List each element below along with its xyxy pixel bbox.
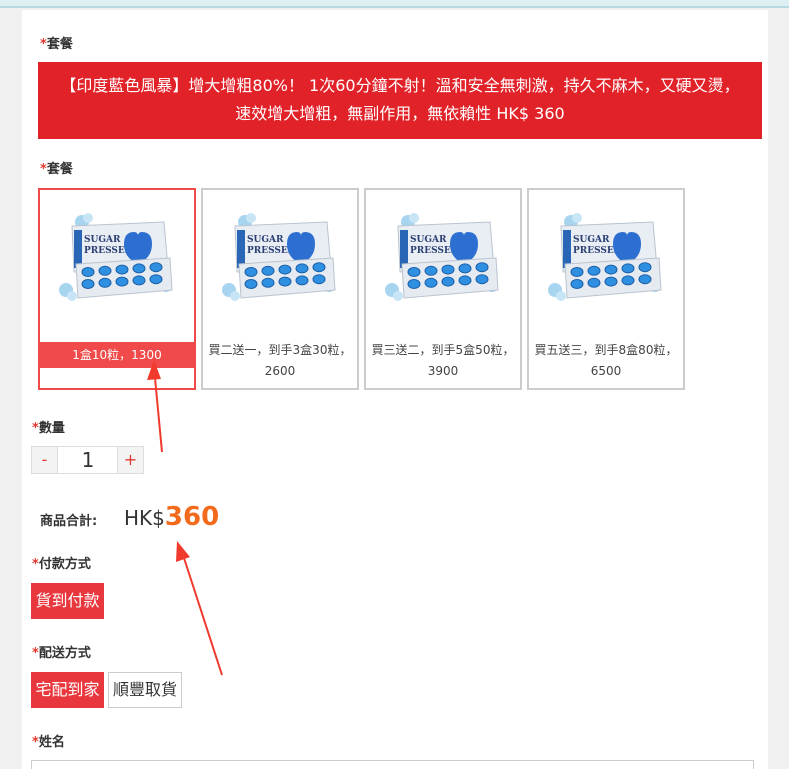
package-option-caption: 買五送三，到手8盒80粒，6500 (534, 343, 678, 378)
package-label: *套餐 (40, 37, 73, 52)
svg-text:SUGAR: SUGAR (84, 235, 121, 245)
quantity-stepper: - + (31, 446, 144, 474)
package-select-label: *套餐 (40, 162, 73, 177)
quantity-label: *數量 (32, 421, 65, 436)
package-option-4[interactable]: SUGAR PRESSED 買五送三，到手8盒80粒，6500 (527, 188, 685, 390)
payment-label: *付款方式 (32, 557, 91, 572)
total-label: 商品合計: (40, 514, 98, 529)
package-option-3[interactable]: SUGAR PRESSED 買三送二，到手5盒50粒，3900 (364, 188, 522, 390)
package-description-banner: 【印度藍色風暴】增大增粗80%！ 1次60分鐘不射！溫和安全無刺激，持久不麻木，… (38, 62, 762, 139)
product-box-image: SUGARPRESSED (59, 213, 173, 301)
delivery-label: *配送方式 (32, 646, 91, 661)
quantity-increase-button[interactable]: + (117, 447, 143, 473)
package-description-line2: 速效增大增粗，無副作用，無依賴性 HK$ 360 (235, 104, 565, 123)
product-box-image: SUGARPRESSED (222, 213, 336, 301)
package-option-caption: 買二送一，到手3盒30粒，2600 (208, 343, 352, 378)
delivery-option-home[interactable]: 宅配到家 (31, 672, 104, 708)
total-currency: HK$ (124, 506, 165, 530)
total-amount: 360 (164, 502, 220, 532)
delivery-option-sf-pickup[interactable]: 順豐取貨 (108, 672, 182, 708)
name-label: *姓名 (32, 735, 65, 750)
package-option-caption: 1盒10粒，1300 (40, 342, 194, 368)
top-border (0, 0, 789, 8)
package-option-caption: 買三送二，到手5盒50粒，3900 (371, 343, 515, 378)
svg-text:SUGAR: SUGAR (573, 235, 610, 245)
package-option-2[interactable]: SUGAR PRESSED 買二送一，到手3盒30粒，2600 (201, 188, 359, 390)
quantity-input[interactable] (59, 447, 117, 473)
package-description-line1: 【印度藍色風暴】增大增粗80%！ 1次60分鐘不射！溫和安全無刺激，持久不麻木，… (60, 76, 740, 95)
product-box-image: SUGARPRESSED (548, 213, 662, 301)
name-input[interactable] (31, 760, 754, 769)
product-box-image: SUGARPRESSED (385, 213, 499, 301)
payment-option-cod[interactable]: 貨到付款 (31, 583, 104, 619)
total-price: HK$360 (124, 502, 219, 532)
quantity-decrease-button[interactable]: - (32, 447, 58, 473)
svg-text:SUGAR: SUGAR (410, 235, 447, 245)
svg-text:SUGAR: SUGAR (247, 235, 284, 245)
package-option-1[interactable]: SUGAR PRESSED 1盒10粒，1300 (38, 188, 196, 390)
